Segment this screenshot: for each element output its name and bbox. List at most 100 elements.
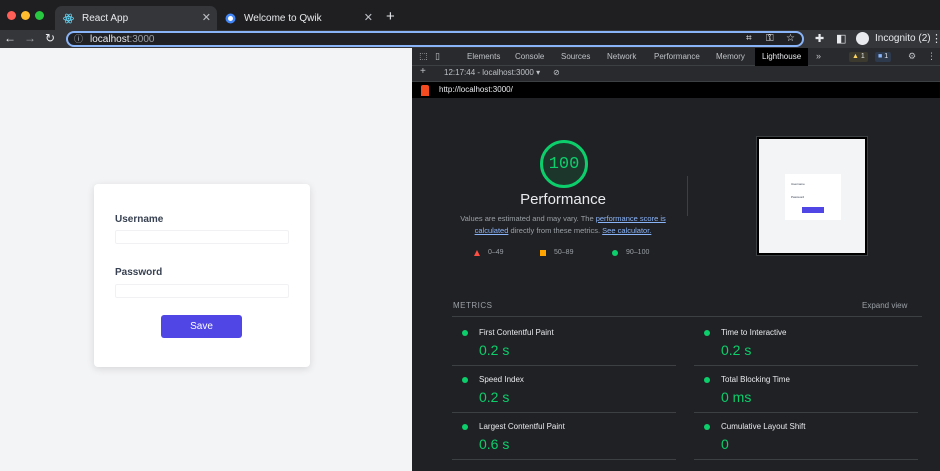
incognito-label[interactable]: Incognito (2) [875, 33, 931, 44]
metric-title: First Contentful Paint [479, 328, 554, 337]
metrics-heading: METRICS [453, 301, 493, 310]
pass-circle-icon [462, 424, 468, 430]
divider [687, 176, 688, 216]
tab-title: React App [82, 12, 129, 24]
circle-icon [612, 249, 618, 256]
performance-score-gauge[interactable]: 100 [540, 140, 588, 188]
tab-title: Welcome to Qwik [244, 12, 322, 24]
divider [452, 316, 922, 317]
metric-value: 0 ms [721, 389, 752, 405]
devtools-tabbar: ⬚ ▯ Elements Console Sources Network Per… [412, 48, 940, 66]
metric-value: 0.2 s [721, 342, 752, 358]
thumbnail-card: Username Password [785, 174, 841, 220]
more-tabs-icon[interactable]: » [816, 51, 821, 61]
pass-circle-icon [462, 377, 468, 383]
category-title: Performance [520, 191, 606, 208]
clear-reports-icon[interactable]: ⊘ [553, 68, 560, 77]
see-calculator-link[interactable]: See calculator. [602, 226, 651, 235]
expand-view-toggle[interactable]: Expand view [862, 301, 907, 310]
metric-value: 0 [721, 436, 729, 452]
pass-circle-icon [704, 377, 710, 383]
metric-value: 0.2 s [479, 389, 510, 405]
lighthouse-toolbar: + 12:17:44 - localhost:3000 ▾ ⊘ [412, 66, 940, 82]
tab-react-app[interactable]: React App ✕ [55, 6, 217, 30]
lighthouse-logo-icon [421, 85, 429, 96]
score-value: 100 [548, 154, 580, 174]
messages-badge[interactable]: ■ 1 [875, 52, 892, 62]
browser-toolbar: ← → ↻ ⓘ localhost:3000 ⌗ ⚿ ☆ ✚ ◧ Incogni… [0, 30, 940, 48]
address-bar[interactable]: ⓘ localhost:3000 ⌗ ⚿ ☆ [66, 31, 804, 47]
devtools-menu-icon[interactable]: ⋮ [927, 51, 936, 62]
tab-performance[interactable]: Performance [654, 48, 700, 66]
qr-icon[interactable]: ⌗ [746, 33, 752, 44]
metric-title: Time to Interactive [721, 328, 787, 337]
legend-average: 50–89 [540, 249, 573, 256]
warnings-badge[interactable]: ▲ 1 [849, 52, 868, 62]
back-icon[interactable]: ← [4, 31, 16, 45]
incognito-avatar[interactable] [856, 32, 869, 45]
tab-network[interactable]: Network [607, 48, 636, 66]
tab-sources[interactable]: Sources [561, 48, 590, 66]
metric-time-to-interactive: Time to Interactive 0.2 s [694, 319, 918, 366]
tab-welcome-to-qwik[interactable]: Welcome to Qwik ✕ [217, 6, 379, 30]
close-window-button[interactable] [7, 11, 16, 20]
warning-icon: ▲ [852, 53, 859, 60]
menu-icon[interactable]: ⋮ [931, 32, 940, 45]
extensions-icon[interactable]: ✚ [815, 32, 824, 45]
thumbnail-password-label: Password [791, 195, 805, 199]
tab-memory[interactable]: Memory [716, 48, 745, 66]
add-report-icon[interactable]: + [420, 66, 426, 77]
report-url-bar: http://localhost:3000/ [412, 82, 940, 98]
score-description: Values are estimated and may vary. The p… [460, 214, 666, 235]
maximize-window-button[interactable] [35, 11, 44, 20]
password-label: Password [115, 267, 163, 278]
minimize-window-button[interactable] [21, 11, 30, 20]
pass-circle-icon [704, 330, 710, 336]
legend-pass: 90–100 [612, 249, 649, 256]
star-icon[interactable]: ☆ [786, 33, 795, 44]
username-input[interactable] [115, 230, 289, 244]
message-icon: ■ [878, 53, 883, 60]
tab-elements[interactable]: Elements [467, 48, 500, 66]
report-selector[interactable]: 12:17:44 - localhost:3000 ▾ [444, 68, 540, 77]
inspect-element-icon[interactable]: ⬚ [419, 51, 428, 62]
sidepanel-icon[interactable]: ◧ [836, 32, 846, 45]
devtools-panel: ⬚ ▯ Elements Console Sources Network Per… [412, 48, 940, 471]
new-tab-button[interactable]: + [386, 8, 395, 25]
final-screenshot-thumbnail[interactable]: Username Password [756, 136, 868, 256]
metric-value: 0.6 s [479, 436, 510, 452]
info-icon[interactable]: ⓘ [74, 32, 83, 45]
tab-lighthouse[interactable]: Lighthouse [755, 48, 809, 66]
metric-title: Cumulative Layout Shift [721, 422, 806, 431]
app-page: Username Password Save [0, 48, 412, 471]
settings-gear-icon[interactable]: ⚙ [908, 51, 916, 62]
device-toggle-icon[interactable]: ▯ [435, 51, 440, 62]
metric-total-blocking-time: Total Blocking Time 0 ms [694, 366, 918, 413]
save-button[interactable]: Save [161, 315, 242, 338]
metric-cumulative-layout-shift: Cumulative Layout Shift 0 [694, 413, 918, 460]
close-tab-icon[interactable]: ✕ [364, 11, 373, 24]
login-card: Username Password Save [94, 184, 310, 367]
forward-icon[interactable]: → [24, 31, 36, 45]
metric-title: Largest Contentful Paint [479, 422, 565, 431]
thumbnail-save-button [802, 207, 824, 213]
close-tab-icon[interactable]: ✕ [202, 11, 211, 24]
tab-console[interactable]: Console [515, 48, 544, 66]
react-icon [63, 13, 74, 24]
key-icon[interactable]: ⚿ [766, 33, 774, 44]
pass-circle-icon [462, 330, 468, 336]
metric-value: 0.2 s [479, 342, 510, 358]
thumbnail-username-label: Username [791, 182, 805, 186]
reload-icon[interactable]: ↻ [45, 31, 55, 45]
metric-first-contentful-paint: First Contentful Paint 0.2 s [452, 319, 676, 366]
username-label: Username [115, 214, 164, 225]
square-icon [540, 249, 546, 256]
globe-icon [225, 13, 236, 24]
metric-speed-index: Speed Index 0.2 s [452, 366, 676, 413]
pass-circle-icon [704, 424, 710, 430]
tab-strip: React App ✕ Welcome to Qwik ✕ + [0, 0, 940, 30]
report-url[interactable]: http://localhost:3000/ [439, 85, 513, 94]
password-input[interactable] [115, 284, 289, 298]
metric-title: Speed Index [479, 375, 524, 384]
thumbnail-page: Username Password [759, 139, 865, 253]
